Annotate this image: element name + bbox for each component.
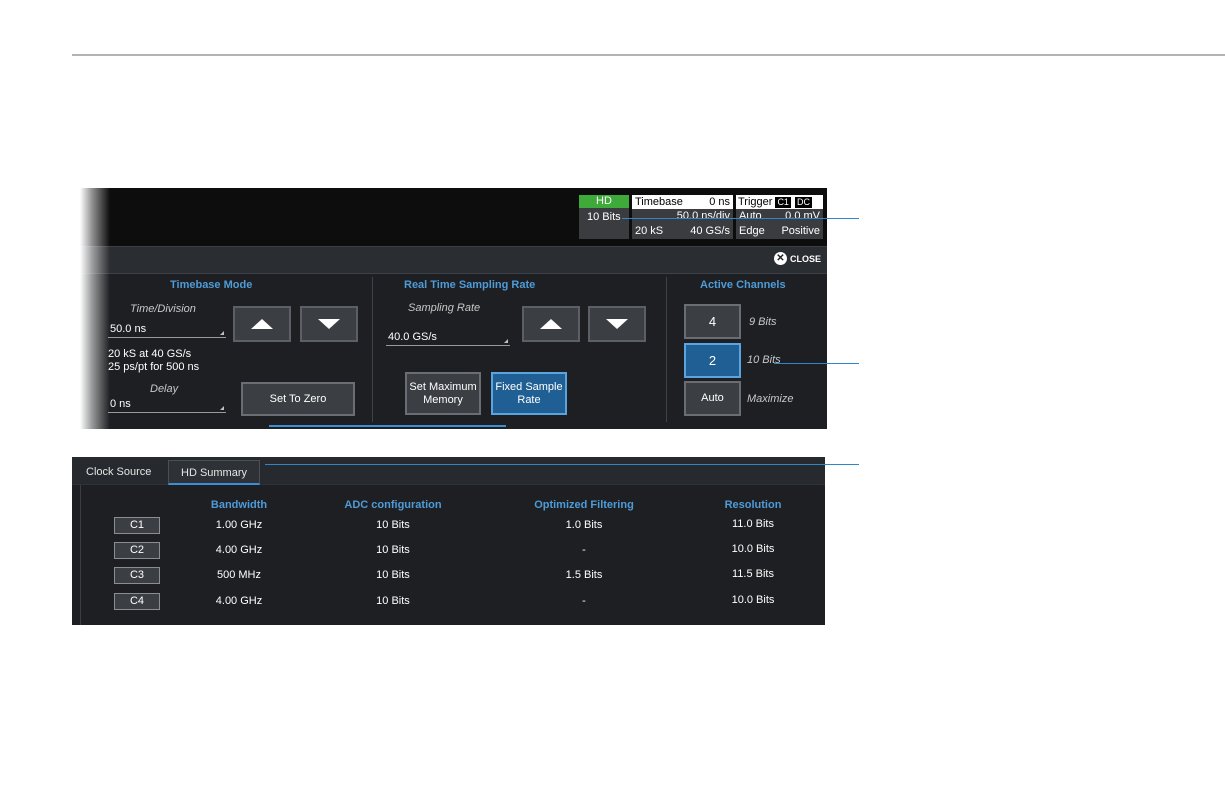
channels-auto-button[interactable]: Auto [684,381,741,416]
hd-summary-panel: Clock Source HD Summary Bandwidth ADC co… [72,457,825,625]
c4-filtering: - [582,595,586,607]
close-label: CLOSE [789,253,821,264]
set-maximum-memory-button[interactable]: Set Maximum Memory [405,372,481,415]
c2-filtering: - [582,544,586,556]
channels-2-button[interactable]: 2 [684,343,741,378]
time-division-label: Time/Division [130,303,196,315]
c2-resolution: 10.0 Bits [731,543,775,555]
tab-hd-summary[interactable]: HD Summary [168,460,261,485]
close-button[interactable]: ✕ CLOSE [773,252,821,265]
c1-filtering: 1.0 Bits [565,519,603,531]
c1-bandwidth: 1.00 GHz [215,519,263,531]
channel-c2-button[interactable]: C2 [114,542,160,559]
status-strip: HD 10 Bits Timebase 0 ns 50.0 ns/div 20 … [80,188,827,246]
c1-adc: 10 Bits [376,519,410,531]
timebase-descriptor[interactable]: Timebase 0 ns 50.0 ns/div 20 kS 40 GS/s [632,195,733,239]
channels-2-bits-label: 10 Bits [747,354,781,366]
timebase-delay: 0 ns [709,196,730,208]
time-division-field[interactable]: 50.0 ns [108,320,226,338]
tab-clock-source[interactable]: Clock Source [74,460,163,485]
trigger-mode: Auto [739,210,762,222]
c2-adc: 10 Bits [376,544,410,556]
time-division-increase-button[interactable] [233,306,291,342]
timebase-samples: 20 kS [635,225,664,237]
c3-adc: 10 Bits [376,569,410,581]
timebase-title: Timebase [635,196,683,208]
timebase-mode-title: Timebase Mode [170,279,253,291]
channel-c1-button[interactable]: C1 [114,517,160,534]
c3-resolution: 11.5 Bits [732,568,774,580]
trigger-descriptor[interactable]: Trigger C1 DC Auto 0.0 mV Edge Positive [736,195,823,239]
trigger-source-tag: C1 [774,195,792,209]
c4-resolution: 10.0 Bits [731,594,775,606]
summary-tab-row: Clock Source HD Summary [72,457,825,485]
column-header-resolution: Resolution [724,499,782,511]
fixed-sample-rate-button[interactable]: Fixed Sample Rate [491,372,567,415]
set-to-zero-button[interactable]: Set To Zero [241,382,355,416]
arrow-down-icon [606,319,628,329]
section-separator [666,277,667,422]
timebase-info-line1: 20 kS at 40 GS/s [108,348,192,360]
timebase-info-line2: 25 ps/pt for 500 ns [108,361,200,373]
hd-bits: 10 Bits [587,211,621,223]
channels-4-button[interactable]: 4 [684,304,741,339]
callout-line-hd-bits [622,218,859,219]
arrow-up-icon [251,319,273,329]
top-divider-rule [72,54,1225,56]
sampling-rate-title: Real Time Sampling Rate [404,279,536,291]
timebase-rate: 40 GS/s [690,225,730,237]
channel-c3-button[interactable]: C3 [114,567,160,584]
channel-c4-button[interactable]: C4 [114,593,160,610]
dialog-title-bar [80,247,827,274]
section-separator [372,277,373,422]
sampling-rate-field[interactable]: 40.0 GS/s [386,328,510,346]
timebase-dialog: HD 10 Bits Timebase 0 ns 50.0 ns/div 20 … [80,188,827,429]
channels-auto-label: Maximize [747,393,794,405]
column-header-optimized-filtering: Optimized Filtering [534,499,634,511]
c3-filtering: 1.5 Bits [565,569,603,581]
sampling-rate-label: Sampling Rate [408,302,481,314]
close-icon: ✕ [773,252,787,265]
trigger-type: Edge [739,225,765,237]
hd-label: HD [579,195,629,208]
time-division-decrease-button[interactable] [300,306,358,342]
trigger-slope: Positive [781,225,820,237]
hd-descriptor[interactable]: HD 10 Bits [579,195,629,239]
arrow-down-icon [318,319,340,329]
c2-bandwidth: 4.00 GHz [215,544,263,556]
delay-field[interactable]: 0 ns [108,395,226,413]
trigger-level: 0.0 mV [785,210,820,222]
sampling-highlight-underline [269,425,506,427]
column-header-adc-configuration: ADC configuration [344,499,442,511]
c3-bandwidth: 500 MHz [216,569,262,581]
sampling-rate-increase-button[interactable] [522,306,580,342]
delay-label: Delay [150,383,179,395]
channels-4-bits-label: 9 Bits [749,316,777,328]
active-channels-title: Active Channels [700,279,786,291]
arrow-up-icon [540,319,562,329]
timebase-per-div: 50.0 ns/div [676,210,730,222]
c4-adc: 10 Bits [376,595,410,607]
callout-line-hd-summary [265,464,859,465]
column-header-bandwidth: Bandwidth [210,499,268,511]
sampling-rate-decrease-button[interactable] [588,306,646,342]
left-edge-fade [80,188,110,429]
c4-bandwidth: 4.00 GHz [215,595,263,607]
callout-line-active-channels [774,363,859,364]
c1-resolution: 11.0 Bits [732,518,774,530]
trigger-title: Trigger [738,196,773,208]
trigger-coupling-tag: DC [793,195,813,209]
